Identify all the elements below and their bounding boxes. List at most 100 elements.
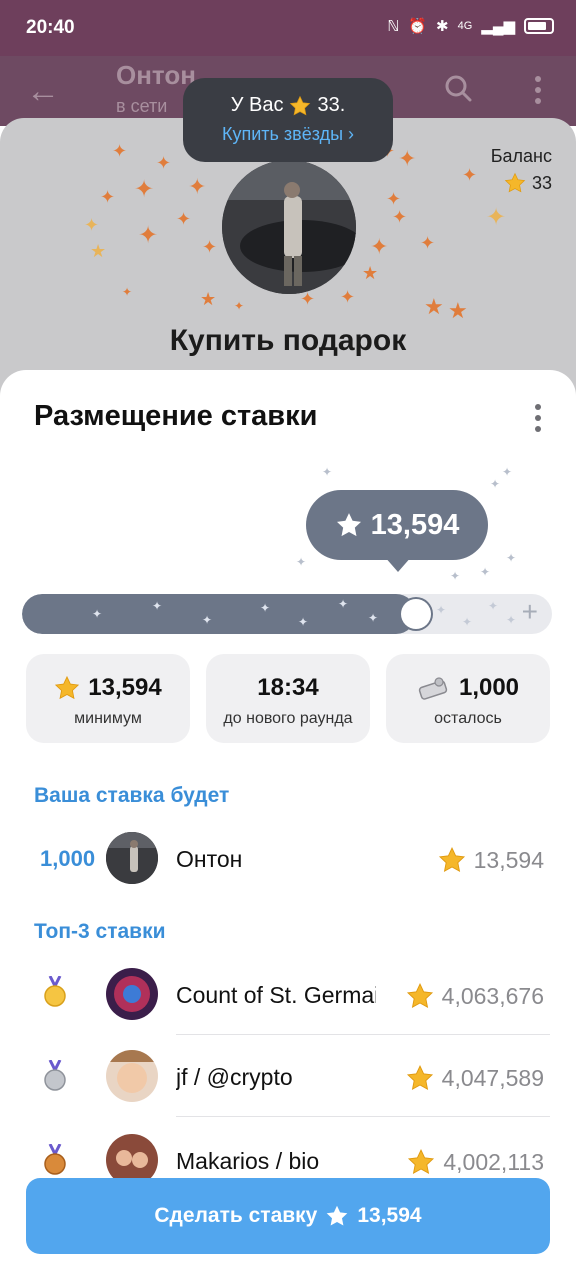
more-menu-icon[interactable] [528,402,548,434]
top-bid-amount: 4,063,676 [406,982,544,1010]
sparkle-icon: ✦ [368,611,379,625]
row-divider [176,1116,550,1117]
place-bid-amount: 13,594 [357,1204,422,1227]
your-bid-amount: 13,594 [438,846,544,874]
top-bids-header: Топ-3 ставки [34,920,166,943]
sparkle-icon: ✦ [138,222,159,249]
amount-text: 4,047,589 [441,1064,544,1091]
star-icon [55,675,80,700]
sparkle-icon: ✦ [296,555,307,569]
top-bid-name: Makarios / bio [176,1148,320,1174]
sparkle-icon: ✦ [436,603,447,617]
sparkle-icon: ✦ [462,165,478,185]
buy-stars-link[interactable]: Купить звёзды › [183,124,393,145]
sparkle-icon: ✦ [188,174,207,199]
amount-text: 13,594 [473,846,544,873]
sparkle-icon: ✦ [490,477,501,491]
signal-icon: ▂▄▆ [481,18,515,35]
avatar [106,968,158,1020]
stat-label: минимум [74,710,142,727]
sparkle-icon: ✦ [506,551,517,565]
star-icon [327,1205,348,1226]
tooltip-prefix: У Вас [230,94,284,116]
remaining-value: 1,000 [458,674,520,701]
sparkle-icon: ✦ [386,189,402,209]
row-divider [176,1034,550,1035]
avatar-photo [106,832,158,884]
tooltip-balance: У Вас 33. [183,94,393,117]
star-icon [336,513,361,537]
avatar [106,832,158,884]
sparkle-icon: ✦ [176,209,192,229]
sparkle-icon: ✦ [502,465,513,479]
sparkle-icon: ✦ [480,565,491,579]
sparkle-icon: ✦ [122,285,133,299]
sparkle-icon: ✦ [392,207,408,227]
back-arrow-icon[interactable]: ← [26,72,60,111]
sparkle-icon: ★ [424,294,444,319]
sparkle-icon: ★ [448,298,468,323]
bid-sheet: Размещение ставки ✦ ✦ ✦ ✦ ✦ ✦ ✦ 13,594 ✦… [0,370,576,1280]
slider-knob[interactable] [401,599,431,629]
sparkle-icon: ✦ [370,234,389,259]
gift-title: Купить подарок [169,324,407,357]
amount-text: 4,063,676 [441,982,544,1009]
sparkle-icon: ✦ [506,613,517,627]
tooltip-amount: 33. [317,94,346,116]
plus-icon[interactable]: + [522,598,538,626]
bluetooth-icon: ✱ [436,18,449,35]
star-icon [438,847,465,872]
sparkle-icon: ★ [362,263,379,283]
bid-amount-bubble: 13,594 [306,490,488,560]
top-bid-name: jf / @crypto [176,1064,293,1090]
stat-card-timer: 18:34 до нового раунда [206,654,370,743]
silver-medal-icon [44,1060,66,1091]
sparkle-icon: ✦ [234,299,245,313]
sparkle-icon: ✦ [260,601,271,615]
alarm-icon: ⏰ [408,18,428,35]
sparkle-icon: ✦ [340,287,356,307]
search-icon[interactable] [444,74,472,102]
your-bid-name: Онтон [176,846,243,872]
sparkle-icon: ✦ [134,176,155,203]
more-menu-icon[interactable] [528,74,548,106]
sheet-title: Размещение ставки [34,400,318,432]
timer-value: 18:34 [257,674,319,701]
star-icon [406,983,433,1008]
recipient-avatar [222,160,356,294]
sparkle-icon: ✦ [100,187,116,207]
sparkle-icon: ✦ [338,597,349,611]
place-bid-button[interactable]: Сделать ставку 13,594 [26,1178,550,1254]
stat-value: 18:34 [206,674,370,702]
top-bid-amount: 4,047,589 [406,1064,544,1092]
sparkle-icon: ✦ [488,599,499,613]
bubble-tail [384,556,412,572]
bid-slider[interactable]: ✦ ✦ ✦ ✦ ✦ ✦ ✦ ✦ ✦ ✦ ✦ + [22,594,552,634]
chat-title: Онтон [116,60,196,90]
sparkle-icon: ✦ [84,215,100,235]
status-icons: ℕ ⏰ ✱ 4G ▂▄▆ [387,17,554,35]
star-icon [408,1149,435,1174]
nfc-icon: ℕ [387,18,400,35]
sparkle-icon: ✦ [152,599,163,613]
sparkle-icon: ✦ [202,237,218,257]
sparkle-icon: ✦ [156,153,172,173]
minimum-value: 13,594 [88,674,162,701]
sparkle-icon: ✦ [112,141,128,161]
sparkle-icon: ✦ [462,615,473,629]
your-bid-rank: 1,000 [40,846,96,871]
sparkle-icon: ✦ [486,204,507,231]
sparkle-icon: ✦ [92,607,103,621]
place-bid-label: Сделать ставку [154,1204,318,1227]
avatar [106,1050,158,1102]
balance-label: Баланс [490,146,552,166]
top-bid-amount: 4,002,113 [407,1148,544,1176]
balance-value: 33 [504,172,552,194]
sparkle-icon: ✦ [298,615,309,629]
avatar-photo [222,160,356,294]
stars-tooltip: У Вас 33. Купить звёзды › [183,78,393,162]
bid-amount: 13,594 [370,508,460,541]
sparkle-icon: ✦ [420,233,436,253]
star-icon [290,95,311,115]
avatar-photo [106,968,158,1020]
